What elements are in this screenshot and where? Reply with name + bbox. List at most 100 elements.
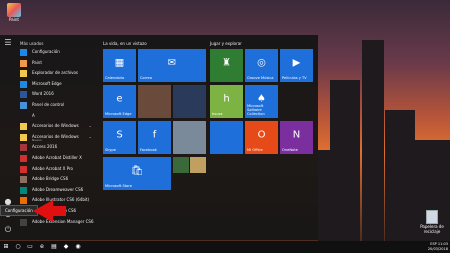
skyscraper: [330, 80, 360, 253]
recycle-bin-icon: [426, 210, 438, 224]
app-label: Explorador de archivos: [32, 70, 79, 76]
tile-icon: e: [116, 93, 123, 105]
start-tile[interactable]: ♜: [210, 49, 243, 82]
tile-label: Mi Office: [247, 148, 263, 152]
start-tile[interactable]: ▶ Películas y TV: [280, 49, 313, 82]
app-label: Access 2016: [32, 144, 58, 150]
tile-icon: f: [152, 129, 157, 141]
app-list-item[interactable]: Adobe Extension Manager CS6: [16, 217, 96, 228]
start-tile[interactable]: [190, 157, 206, 173]
app-list-item[interactable]: Adobe Acrobat X Pro: [16, 164, 96, 175]
power-icon[interactable]: ⏻: [3, 225, 13, 235]
start-tile[interactable]: ♠ Microsoft Solitaire Collection: [245, 85, 278, 118]
tile-label: Calendario: [105, 76, 125, 80]
start-tile[interactable]: [173, 85, 206, 118]
skyscraper: [362, 40, 384, 253]
app-sublabel: Nuevo: [32, 137, 42, 142]
task-view-icon[interactable]: ▭: [26, 243, 34, 251]
skyscraper: [385, 110, 415, 253]
app-list-item[interactable]: Word 2016: [16, 89, 96, 100]
start-tile[interactable]: [173, 121, 206, 154]
app-label: Paint: [32, 59, 42, 65]
app-icon: [20, 197, 27, 205]
app-label: Adobe Acrobat Distiller X: [32, 154, 82, 160]
start-tile[interactable]: [138, 85, 171, 118]
app-label: Adobe Acrobat X Pro: [32, 165, 73, 171]
group-title: Jugar y explorar: [210, 41, 242, 46]
tile-label: Correo: [140, 76, 152, 80]
start-tile[interactable]: O Mi Office: [245, 121, 278, 154]
tile-label: houzz: [212, 112, 223, 116]
app-list-item[interactable]: Adobe Dreamweaver CS6: [16, 185, 96, 196]
app-icon: [20, 165, 27, 173]
hamburger-menu-icon[interactable]: ☰: [3, 38, 13, 48]
app-icon: [20, 101, 27, 109]
app-icon: [20, 80, 27, 88]
app-list-item[interactable]: Explorador de archivos: [16, 68, 96, 79]
app-icon: [20, 154, 27, 162]
tile-icon: O: [257, 129, 266, 141]
start-tile[interactable]: f Facebook: [138, 121, 171, 154]
start-tile[interactable]: ▦ Calendario: [103, 49, 136, 82]
app-list-item[interactable]: Accesorios de Windows ⌄: [16, 121, 96, 132]
chevron-down-icon[interactable]: ⌄: [89, 121, 92, 132]
start-tile[interactable]: ✉ Correo: [138, 49, 206, 82]
app-icon: [20, 91, 27, 99]
tile-label: Groove Música: [247, 76, 274, 80]
desktop-icon-recycle-bin[interactable]: Papelera de reciclaje: [418, 210, 446, 234]
app-icon: [20, 70, 27, 78]
app-icon: [20, 218, 27, 226]
app-list-item[interactable]: Paint: [16, 58, 96, 69]
tile-icon: N: [292, 129, 301, 141]
start-tile[interactable]: h houzz: [210, 85, 243, 118]
annotation-arrow-head: [33, 200, 53, 222]
start-tile[interactable]: 🛍 Microsoft Store: [103, 157, 171, 190]
app-list-item[interactable]: Panel de control: [16, 100, 96, 111]
desktop-icon-label: Paint: [9, 17, 19, 22]
tile-icon: h: [223, 93, 230, 105]
app-list-item[interactable]: A: [16, 111, 96, 122]
start-tile[interactable]: ◎ Groove Música: [245, 49, 278, 82]
start-tile[interactable]: N OneNote: [280, 121, 313, 154]
app-list-item[interactable]: Microsoft Edge: [16, 79, 96, 90]
tile-label: Facebook: [140, 148, 157, 152]
start-tile[interactable]: [210, 121, 243, 154]
paint-icon: [7, 3, 21, 17]
skyscraper: [318, 150, 332, 253]
tile-label: Películas y TV: [282, 76, 307, 80]
app-label: Microsoft Edge: [32, 80, 62, 86]
chrome-icon[interactable]: ◉: [74, 243, 82, 251]
tile-label: Microsoft Edge: [105, 112, 132, 116]
app-list-item[interactable]: Accesorios de Windows Nuevo ⌄: [16, 132, 96, 143]
app-list-item[interactable]: Access 2016: [16, 142, 96, 153]
windows-start-icon[interactable]: ⊞: [2, 243, 10, 251]
tile-icon: 🛍: [130, 165, 144, 177]
language-indicator[interactable]: ESP: [430, 242, 437, 246]
explorer-icon[interactable]: ▤: [50, 243, 58, 251]
app-icon: [20, 144, 27, 152]
store-icon[interactable]: ◆: [62, 243, 70, 251]
chevron-down-icon[interactable]: ⌄: [89, 132, 92, 143]
edge-icon[interactable]: e: [38, 243, 46, 251]
start-tile[interactable]: [173, 157, 189, 173]
tile-icon: ♜: [222, 57, 231, 69]
app-icon: [20, 123, 27, 131]
system-tray[interactable]: ESP 11:03 20/03/2018: [428, 242, 448, 252]
tile-label: OneNote: [282, 148, 298, 152]
app-list-item[interactable]: Configuración: [16, 47, 96, 58]
app-list-item[interactable]: Adobe Bridge CS6: [16, 174, 96, 185]
tile-icon: ✉: [167, 57, 177, 69]
desktop-icon-paint[interactable]: Paint: [4, 3, 24, 22]
start-tile[interactable]: e Microsoft Edge: [103, 85, 136, 118]
start-tile[interactable]: S Skype: [103, 121, 136, 154]
app-icon: [20, 186, 27, 194]
app-list-item[interactable]: Adobe Acrobat Distiller X: [16, 153, 96, 164]
group-title: La vida, en un vistazo: [103, 41, 147, 46]
tile-label: Microsoft Store: [105, 184, 132, 188]
tiles-area: La vida, en un vistazo Jugar y explorar …: [100, 35, 318, 240]
tile-icon: ♠: [257, 93, 266, 105]
search-icon[interactable]: ○: [14, 243, 22, 251]
taskbar: ⊞ ○ ▭ e ▤ ◆ ◉ ESP 11:03 20/03/2018: [0, 241, 450, 253]
app-label: A: [32, 112, 35, 118]
most-used-heading: Más usados: [20, 41, 44, 46]
